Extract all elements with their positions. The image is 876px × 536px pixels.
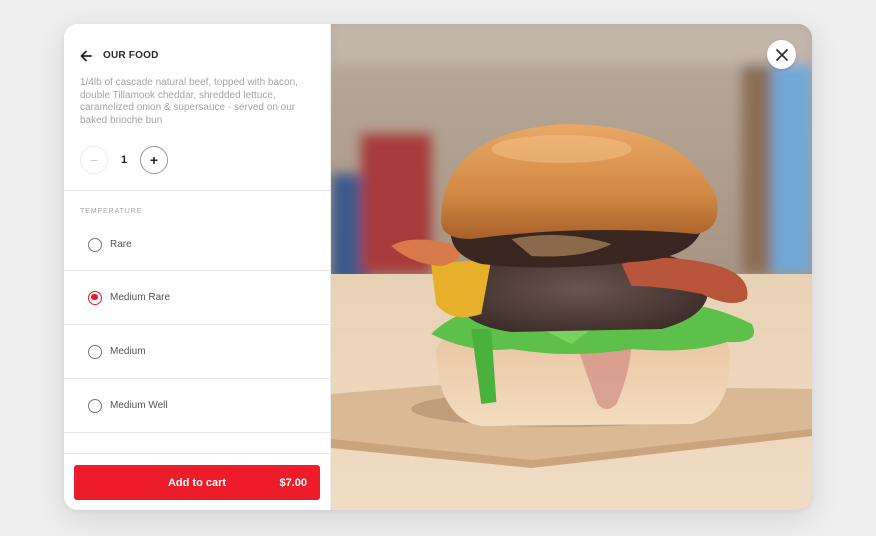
temperature-option-partial[interactable] [64,433,330,453]
item-options-panel: OUR FOOD 1/4lb of cascade natural beef, … [64,24,331,510]
plus-icon: + [149,152,159,168]
temperature-section-label: TEMPERATURE [80,208,143,215]
radio-checked-icon[interactable] [88,290,102,305]
temperature-option-medium-rare[interactable]: Medium Rare [64,271,330,325]
close-icon [775,48,788,61]
temperature-option-medium-well[interactable]: Medium Well [64,379,330,433]
item-description: 1/4lb of cascade natural beef, topped wi… [80,77,298,126]
radio-unchecked-icon[interactable] [88,398,102,413]
quantity-value: 1 [120,154,128,166]
close-button[interactable] [767,40,796,69]
option-label: Medium Well [110,400,168,411]
back-link-label[interactable]: OUR FOOD [103,50,159,61]
arrow-left-icon[interactable] [80,50,92,62]
cart-price: $7.00 [279,476,307,489]
option-label: Medium Rare [110,292,171,303]
temperature-option-rare[interactable]: Rare [64,219,330,271]
radio-unchecked-icon[interactable] [88,344,102,359]
quantity-stepper: − 1 + [64,127,330,175]
decrease-quantity-button[interactable]: − [80,146,108,174]
cart-footer: Add to cart $7.00 [64,453,330,510]
burger-photo [331,24,812,510]
item-detail-modal: OUR FOOD 1/4lb of cascade natural beef, … [64,24,812,510]
radio-unchecked-icon[interactable] [88,237,102,252]
options-scroll-area[interactable]: OUR FOOD 1/4lb of cascade natural beef, … [64,24,330,453]
temperature-option-medium[interactable]: Medium [64,325,330,379]
item-photo-panel [331,24,812,510]
add-to-cart-button[interactable]: Add to cart $7.00 [74,465,320,500]
modal-header: OUR FOOD [64,24,330,70]
option-label: Medium [110,346,146,357]
option-label: Rare [110,239,132,250]
increase-quantity-button[interactable]: + [140,146,168,174]
minus-icon: − [89,152,99,168]
